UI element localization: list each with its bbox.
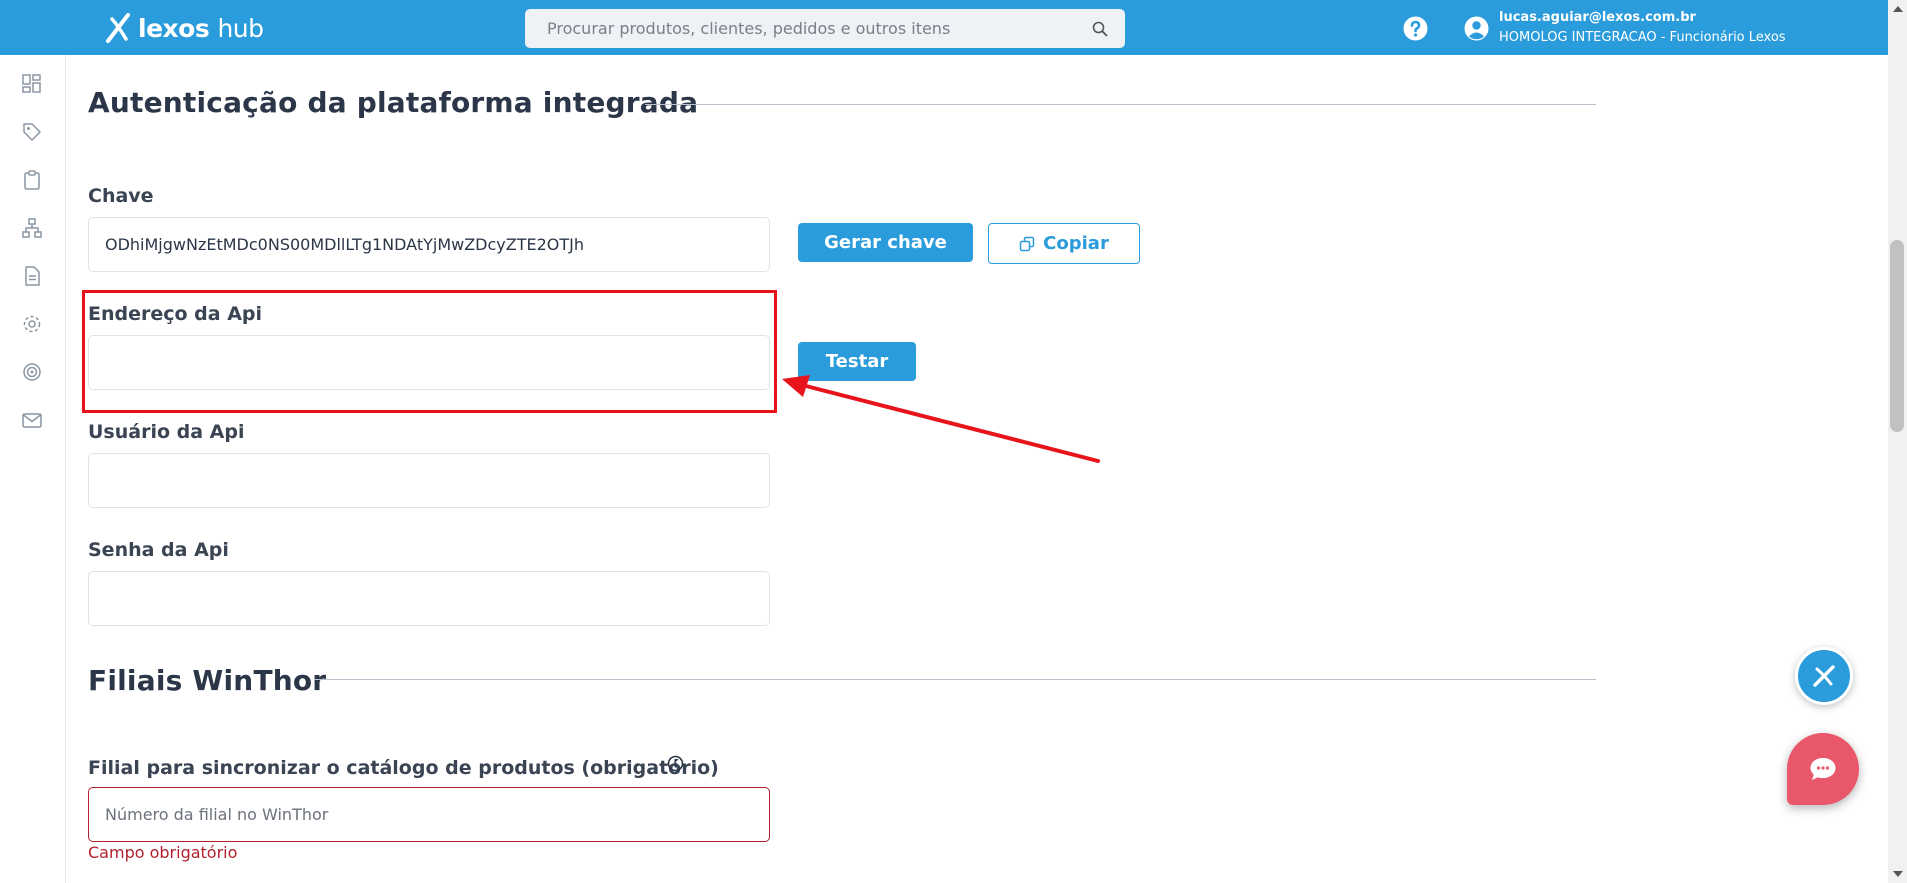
copy-key-label: Copiar — [1043, 233, 1109, 254]
top-bar: lexos hub lucas.aguiar@lexos.com.br HOMO… — [0, 0, 1888, 55]
brand-name-main: lexos — [138, 13, 210, 43]
branches-section-title: Filiais WinThor — [88, 664, 327, 697]
api-password-label: Senha da Api — [88, 539, 229, 561]
section-divider — [314, 679, 1596, 680]
user-avatar-icon[interactable] — [1464, 16, 1489, 41]
chat-button[interactable] — [1787, 733, 1859, 805]
document-icon[interactable] — [21, 265, 43, 287]
sidebar-nav — [0, 55, 66, 883]
required-error-text: Campo obrigatório — [88, 843, 238, 862]
catalog-branch-field[interactable] — [88, 787, 770, 842]
chat-bubble-icon — [1810, 758, 1836, 780]
lexos-assistant-button[interactable] — [1795, 647, 1853, 705]
api-password-field[interactable] — [88, 571, 770, 626]
user-organization[interactable]: HOMOLOG INTEGRACAO - Funcionário Lexos — [1499, 30, 1786, 45]
target-icon[interactable] — [21, 361, 43, 383]
scroll-down-arrow-icon[interactable] — [1893, 871, 1903, 877]
help-icon[interactable] — [1403, 16, 1428, 41]
tag-icon[interactable] — [21, 121, 43, 143]
search-icon[interactable] — [1091, 20, 1109, 38]
key-field[interactable] — [88, 217, 770, 272]
network-icon[interactable] — [21, 217, 43, 239]
annotation-highlight-box — [82, 290, 777, 413]
brand-logo[interactable]: lexos hub — [102, 10, 264, 46]
user-email[interactable]: lucas.aguiar@lexos.com.br — [1499, 10, 1696, 25]
search-input[interactable] — [525, 9, 1125, 48]
brand-name: lexos hub — [138, 14, 264, 43]
mail-icon[interactable] — [21, 409, 43, 431]
lexos-logo-icon — [106, 13, 130, 43]
scrollbar-thumb[interactable] — [1890, 240, 1904, 432]
api-user-field[interactable] — [88, 453, 770, 508]
global-search — [525, 9, 1125, 48]
lexos-logo-icon — [1813, 665, 1835, 687]
annotation-arrow — [782, 375, 1100, 463]
dashboard-icon[interactable] — [21, 73, 43, 95]
info-icon[interactable] — [667, 755, 684, 772]
clipboard-icon[interactable] — [21, 169, 43, 191]
api-user-label: Usuário da Api — [88, 421, 245, 443]
key-label: Chave — [88, 185, 154, 207]
page-scrollbar[interactable] — [1888, 0, 1907, 883]
settings-icon[interactable] — [21, 313, 43, 335]
copy-key-button[interactable]: Copiar — [988, 223, 1140, 264]
brand-name-suffix: hub — [217, 13, 264, 43]
auth-section-title: Autenticação da plataforma integrada — [88, 86, 699, 119]
generate-key-button[interactable]: Gerar chave — [798, 223, 973, 262]
section-divider — [645, 104, 1596, 105]
scroll-up-arrow-icon[interactable] — [1893, 6, 1903, 12]
catalog-branch-label: Filial para sincronizar o catálogo de pr… — [88, 757, 719, 779]
copy-icon — [1019, 236, 1035, 251]
